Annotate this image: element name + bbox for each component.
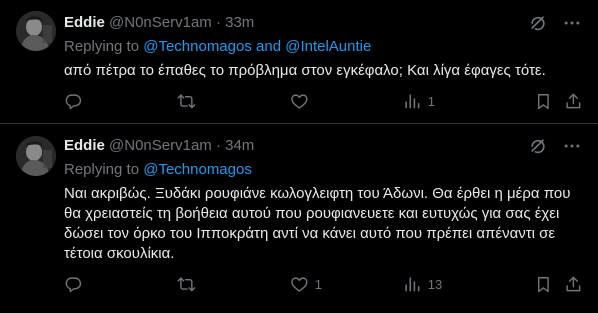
avatar[interactable] bbox=[16, 11, 56, 51]
tweet-text-line: δώσει τον όρκο του Ιπποκράτη αντί να κάν… bbox=[64, 225, 556, 242]
mention-link[interactable]: @Technomagos bbox=[143, 38, 252, 55]
share-button[interactable] bbox=[564, 92, 583, 111]
tweet-text-line: θα χρειαστείς τη βοήθεια αυτού που ρουφι… bbox=[64, 205, 560, 222]
separator-dot: · bbox=[215, 137, 226, 154]
like-count: 1 bbox=[314, 276, 322, 292]
tweet-text: Ναι ακριβώς. Ξυδάκι ρουφιάνε κωλογλειφτη… bbox=[64, 184, 582, 264]
bookmark-icon bbox=[534, 92, 553, 111]
tweet-header: Eddie @N0nServ1am · 34m bbox=[64, 136, 582, 156]
views-count: 13 bbox=[427, 276, 443, 292]
retweet-icon bbox=[177, 92, 196, 111]
tweet-text-line: Ναι ακριβώς. Ξυδάκι ρουφιάνε κωλογλειφτη… bbox=[64, 185, 571, 202]
display-name[interactable]: Eddie bbox=[64, 14, 109, 31]
share-button[interactable] bbox=[564, 275, 583, 294]
share-icon bbox=[564, 92, 583, 111]
like-icon bbox=[290, 275, 309, 294]
views-icon bbox=[403, 92, 422, 111]
bookmark-button[interactable] bbox=[534, 92, 553, 111]
replying-and: and bbox=[251, 38, 286, 55]
tweet[interactable]: Eddie @N0nServ1am · 34m Replying to @Tec… bbox=[0, 124, 598, 313]
avatar[interactable] bbox=[16, 136, 56, 176]
timestamp[interactable]: 33m bbox=[225, 14, 254, 31]
timestamp[interactable]: 34m bbox=[225, 137, 254, 154]
tweet-text-line: τέτοια σκουλίκια. bbox=[64, 245, 175, 262]
grok-icon[interactable] bbox=[528, 136, 548, 156]
views-button[interactable]: 1 bbox=[403, 92, 448, 111]
action-bar: 1 bbox=[64, 91, 582, 111]
replying-to: Replying to @Technomagos and @IntelAunti… bbox=[64, 37, 582, 57]
retweet-button[interactable] bbox=[177, 275, 222, 294]
grok-icon[interactable] bbox=[528, 13, 548, 33]
reply-icon bbox=[64, 92, 83, 111]
like-button[interactable] bbox=[290, 92, 335, 111]
like-button[interactable]: 1 bbox=[290, 275, 335, 294]
reply-button[interactable] bbox=[64, 92, 109, 111]
mention-link[interactable]: @Technomagos bbox=[143, 161, 252, 178]
views-count: 1 bbox=[427, 93, 435, 109]
like-icon bbox=[290, 92, 309, 111]
bookmark-button[interactable] bbox=[534, 275, 553, 294]
views-button[interactable]: 13 bbox=[403, 275, 448, 294]
mention-link[interactable]: @IntelAuntie bbox=[285, 38, 371, 55]
separator-dot: · bbox=[215, 14, 226, 31]
retweet-button[interactable] bbox=[177, 92, 222, 111]
avatar-image bbox=[16, 11, 56, 51]
avatar-image bbox=[16, 136, 56, 176]
share-icon bbox=[564, 275, 583, 294]
reply-button[interactable] bbox=[64, 275, 109, 294]
tweet-text: από πέτρα το έπαθες το πρόβλημα στον εγκ… bbox=[64, 62, 546, 79]
reply-icon bbox=[64, 275, 83, 294]
replying-to: Replying to @Technomagos bbox=[64, 160, 582, 180]
tweet[interactable]: Eddie @N0nServ1am · 33m Replying to @Tec… bbox=[0, 0, 598, 124]
action-bar: 1 13 bbox=[64, 274, 582, 294]
replying-label: Replying to bbox=[64, 161, 144, 178]
views-icon bbox=[403, 275, 422, 294]
bookmark-icon bbox=[534, 275, 553, 294]
display-name[interactable]: Eddie bbox=[64, 137, 109, 154]
replying-label: Replying to bbox=[64, 38, 144, 55]
more-icon[interactable] bbox=[562, 136, 582, 156]
user-handle[interactable]: @N0nServ1am bbox=[109, 14, 216, 31]
user-handle[interactable]: @N0nServ1am bbox=[109, 137, 216, 154]
tweet-header: Eddie @N0nServ1am · 33m bbox=[64, 13, 582, 33]
more-icon[interactable] bbox=[562, 13, 582, 33]
retweet-icon bbox=[177, 275, 196, 294]
